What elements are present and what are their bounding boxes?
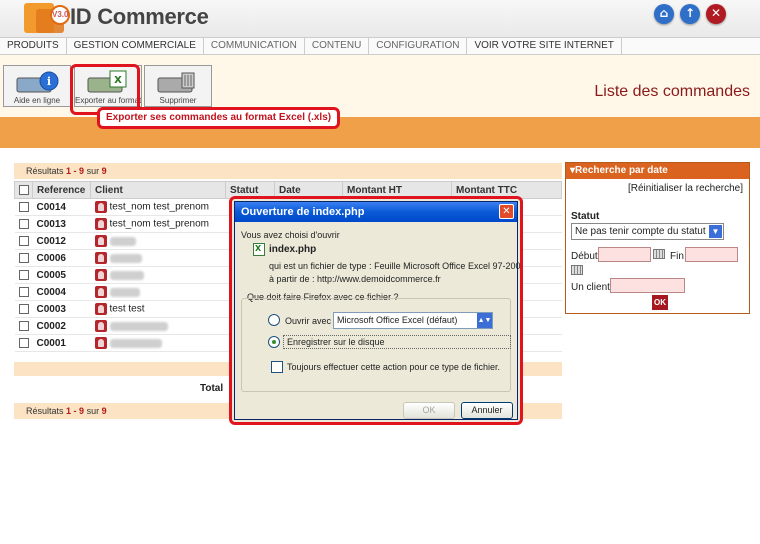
client-name[interactable]: test_nom test_prenom <box>110 219 210 230</box>
row-checkbox[interactable] <box>18 252 29 263</box>
row-checkbox[interactable] <box>18 269 29 280</box>
header-bar: V3.0 ID Commerce ⌂ ↑ ✕ <box>0 0 760 37</box>
always-checkbox[interactable] <box>271 361 283 373</box>
user-icon <box>94 286 107 298</box>
up-arrow-icon[interactable]: ↑ <box>680 4 700 24</box>
row-checkbox[interactable] <box>18 303 29 314</box>
dialog-close-icon[interactable]: ✕ <box>499 204 514 219</box>
home-icon[interactable]: ⌂ <box>654 4 674 24</box>
delete-button[interactable]: Supprimer <box>144 65 212 107</box>
user-icon <box>94 235 107 247</box>
order-ref[interactable]: C0004 <box>37 287 66 298</box>
user-icon <box>94 218 107 230</box>
help-label: Aide en ligne <box>13 96 61 105</box>
row-checkbox[interactable] <box>18 320 29 331</box>
open-with-label[interactable]: Ouvrir avec <box>285 316 331 326</box>
open-with-select[interactable]: Microsoft Office Excel (défaut) ▲▼ <box>333 312 493 329</box>
blurred-client-name <box>109 338 162 348</box>
blurred-client-name <box>109 270 144 280</box>
calendar-icon[interactable] <box>571 265 583 275</box>
dialog-filename: index.php <box>269 244 317 255</box>
order-ref[interactable]: C0013 <box>37 219 66 230</box>
trash-icon <box>157 72 195 93</box>
export-tooltip: Exporter ses commandes au format Excel (… <box>97 107 341 129</box>
logo-text: ID Commerce <box>70 4 209 29</box>
menu-gestion-commerciale[interactable]: GESTION COMMERCIALE <box>67 38 204 54</box>
reset-search-link[interactable]: [Réinitialiser la recherche] <box>628 183 743 194</box>
open-file-dialog: Ouverture de index.php ✕ Vous avez chois… <box>234 201 521 420</box>
col-client[interactable]: Client <box>90 181 226 199</box>
order-ref[interactable]: C0003 <box>37 304 66 315</box>
blurred-client-name <box>109 321 168 331</box>
user-icon <box>94 303 107 315</box>
blurred-client-name <box>109 253 142 263</box>
dialog-from-line: à partir de : http://www.demoidcommerce.… <box>269 274 441 284</box>
menu-communication[interactable]: COMMUNICATION <box>204 38 305 54</box>
select-all-checkbox[interactable] <box>14 181 33 199</box>
info-icon: i <box>16 71 59 93</box>
row-checkbox[interactable] <box>18 201 29 212</box>
svg-text:i: i <box>47 75 51 88</box>
chevron-down-icon: ▲▼ <box>477 313 492 328</box>
order-ref[interactable]: C0012 <box>37 236 66 247</box>
menu-configuration[interactable]: CONFIGURATION <box>369 38 468 54</box>
page-title: Liste des commandes <box>594 83 750 100</box>
main-menu: PRODUITS GESTION COMMERCIALE COMMUNICATI… <box>0 37 760 55</box>
user-icon <box>94 252 107 264</box>
client-name[interactable]: test_nom test_prenom <box>110 202 210 213</box>
dialog-type-line: qui est un fichier de type : Feuille Mic… <box>269 261 521 271</box>
row-checkbox[interactable] <box>18 286 29 297</box>
date-search-panel: ▾Recherche par date [Réinitialiser la re… <box>565 162 750 314</box>
menu-contenu[interactable]: CONTENU <box>305 38 370 54</box>
client-input[interactable] <box>610 278 685 293</box>
row-checkbox[interactable] <box>18 235 29 246</box>
version-badge: V3.0 <box>50 5 70 25</box>
user-icon <box>94 320 107 332</box>
order-ref[interactable]: C0001 <box>37 338 66 349</box>
client-name[interactable]: test test <box>110 304 145 315</box>
row-checkbox[interactable] <box>18 337 29 348</box>
order-ref[interactable]: C0006 <box>37 253 66 264</box>
open-with-radio[interactable] <box>268 314 280 326</box>
help-button[interactable]: i Aide en ligne <box>3 65 71 107</box>
dialog-ok-button[interactable]: OK <box>403 402 455 419</box>
save-to-disk-label[interactable]: Enregistrer sur le disque <box>283 335 511 349</box>
user-icon <box>94 201 107 213</box>
search-panel-header[interactable]: ▾Recherche par date <box>566 163 749 179</box>
client-label: Un client <box>571 282 610 293</box>
fin-label: Fin <box>670 251 684 262</box>
order-ref[interactable]: C0014 <box>37 202 66 213</box>
results-summary-top: Résultats 1 - 9 sur 9 <box>14 163 562 179</box>
debut-date-input[interactable] <box>598 247 651 262</box>
calendar-icon[interactable] <box>653 249 665 259</box>
chevron-down-icon: ▼ <box>709 225 722 238</box>
user-icon <box>94 337 107 349</box>
menu-voir-site[interactable]: VOIR VOTRE SITE INTERNET <box>467 38 622 54</box>
dialog-cancel-button[interactable]: Annuler <box>461 402 513 419</box>
dialog-highlight: Ouverture de index.php ✕ Vous avez chois… <box>229 196 523 425</box>
always-label[interactable]: Toujours effectuer cette action pour ce … <box>287 362 500 372</box>
save-to-disk-radio[interactable] <box>268 336 280 348</box>
statut-label: Statut <box>571 211 600 222</box>
search-ok-button[interactable]: OK <box>652 295 668 310</box>
excel-file-icon <box>253 243 265 256</box>
blurred-client-name <box>109 236 136 246</box>
col-reference[interactable]: Reference <box>32 181 91 199</box>
dialog-title: Ouverture de index.php <box>235 202 517 222</box>
order-ref[interactable]: C0005 <box>37 270 66 281</box>
logo-badge: V3.0 <box>24 3 70 37</box>
fin-date-input[interactable] <box>685 247 738 262</box>
delete-label: Supprimer <box>159 96 197 105</box>
row-checkbox[interactable] <box>18 218 29 229</box>
close-icon[interactable]: ✕ <box>706 4 726 24</box>
dialog-intro: Vous avez choisi d'ouvrir <box>241 230 340 240</box>
menu-produits[interactable]: PRODUITS <box>0 38 67 54</box>
user-icon <box>94 269 107 281</box>
statut-select[interactable]: Ne pas tenir compte du statut ▼ <box>571 223 724 240</box>
debut-label: Début <box>571 251 598 262</box>
order-ref[interactable]: C0002 <box>37 321 66 332</box>
blurred-client-name <box>109 287 140 297</box>
